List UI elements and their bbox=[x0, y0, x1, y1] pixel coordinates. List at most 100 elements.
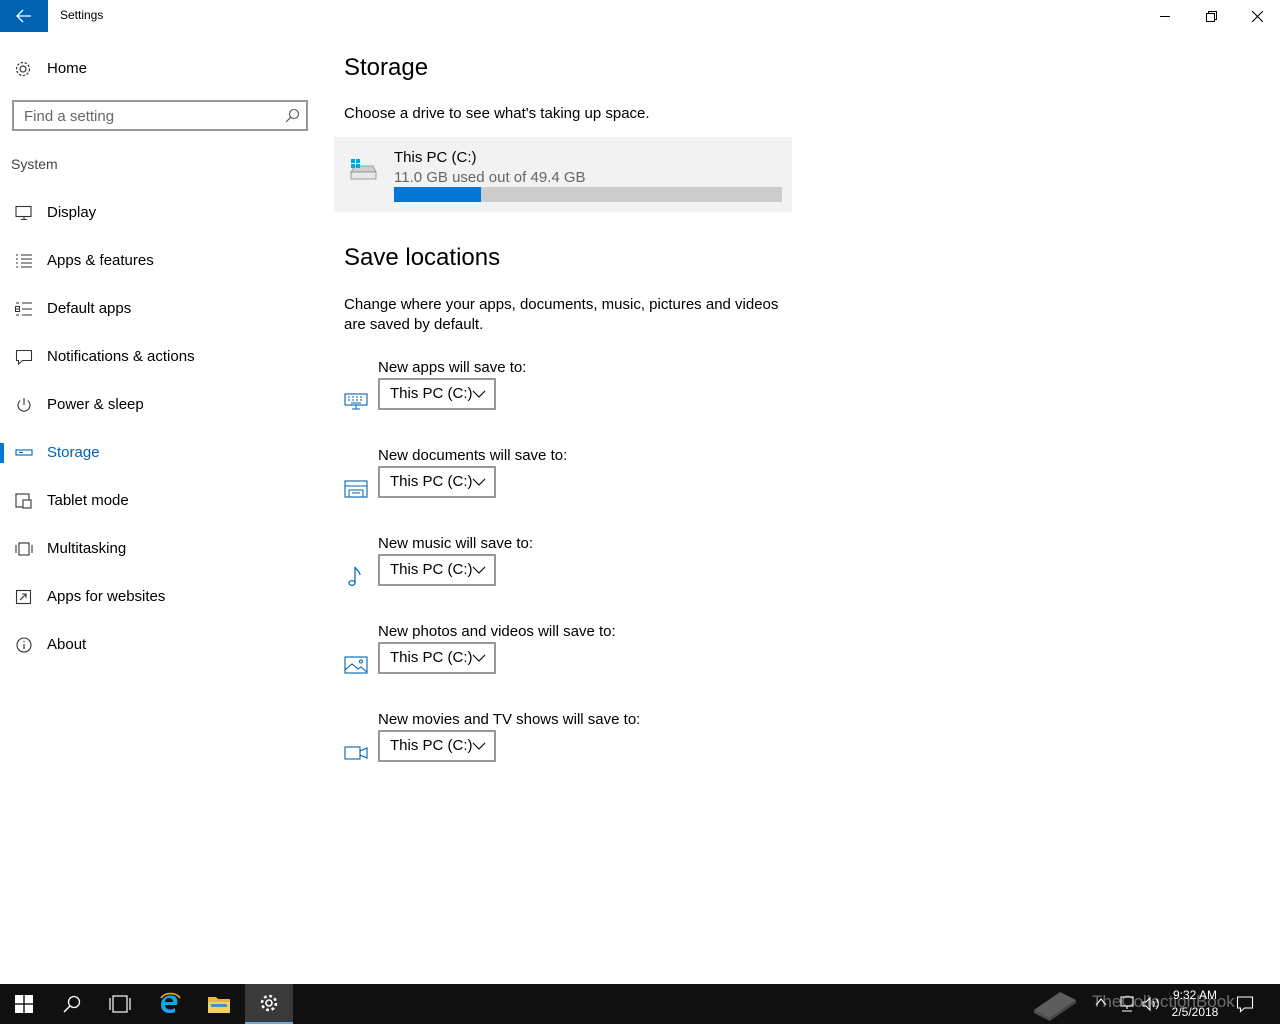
sidebar-item-storage[interactable]: Storage bbox=[0, 433, 320, 473]
sidebar-item-notifications[interactable]: Notifications & actions bbox=[0, 337, 320, 377]
task-view-icon bbox=[109, 995, 131, 1013]
task-view-button[interactable] bbox=[96, 984, 144, 1024]
save-location-label: New photos and videos will save to: bbox=[378, 623, 616, 640]
display-icon bbox=[15, 205, 32, 221]
sidebar-item-label: Apps for websites bbox=[47, 588, 166, 605]
default-apps-icon bbox=[15, 302, 32, 316]
sidebar-item-display[interactable]: Display bbox=[0, 193, 320, 233]
multitasking-icon bbox=[15, 542, 33, 556]
gear-icon bbox=[15, 61, 31, 77]
select-value: This PC (C:) bbox=[390, 737, 473, 754]
select-value: This PC (C:) bbox=[390, 649, 473, 666]
search-icon bbox=[63, 995, 81, 1013]
minimize-button[interactable] bbox=[1142, 0, 1188, 32]
save-location-select[interactable]: This PC (C:) bbox=[378, 378, 496, 410]
save-location-select[interactable]: This PC (C:) bbox=[378, 466, 496, 498]
apps-keyboard-icon bbox=[344, 393, 368, 410]
chevron-down-icon bbox=[472, 566, 486, 574]
chevron-down-icon bbox=[472, 390, 486, 398]
back-arrow-icon bbox=[16, 9, 31, 23]
sidebar-item-label: Power & sleep bbox=[47, 396, 144, 413]
save-location-label: New music will save to: bbox=[378, 535, 534, 552]
speaker-icon bbox=[1142, 996, 1159, 1012]
home-label: Home bbox=[47, 60, 88, 77]
restore-button[interactable] bbox=[1188, 0, 1234, 32]
save-location-movies: New movies and TV shows will save to: Th… bbox=[344, 711, 844, 791]
save-location-select[interactable]: This PC (C:) bbox=[378, 730, 496, 762]
save-locations-description: Change where your apps, documents, music… bbox=[344, 296, 779, 333]
settings-window: Settings Home Find a setting System Disp… bbox=[0, 0, 1280, 984]
apps-for-websites-icon bbox=[15, 589, 32, 605]
page-subtitle: Choose a drive to see what's taking up s… bbox=[344, 105, 650, 122]
tray-network[interactable] bbox=[1118, 995, 1136, 1013]
taskbar-file-explorer[interactable] bbox=[195, 984, 243, 1024]
clock-date: 2/5/2018 bbox=[1171, 1005, 1219, 1019]
sidebar-item-apps-features[interactable]: Apps & features bbox=[0, 241, 320, 281]
active-indicator bbox=[0, 443, 4, 463]
sidebar-item-label: Multitasking bbox=[47, 540, 127, 557]
window-title: Settings bbox=[60, 8, 104, 22]
notifications-icon bbox=[15, 349, 33, 365]
save-location-music: New music will save to: This PC (C:) bbox=[344, 535, 844, 615]
taskbar-settings[interactable] bbox=[245, 984, 293, 1024]
tray-clock[interactable]: 9:32 AM 2/5/2018 bbox=[1160, 987, 1230, 1021]
sidebar: Home System Display Apps & features bbox=[0, 32, 320, 984]
close-button[interactable] bbox=[1234, 0, 1280, 32]
drive-usage-bar bbox=[394, 187, 782, 202]
photos-icon bbox=[344, 656, 368, 674]
save-location-select[interactable]: This PC (C:) bbox=[378, 554, 496, 586]
sidebar-item-about[interactable]: About bbox=[0, 625, 320, 665]
sidebar-home[interactable]: Home bbox=[0, 52, 320, 86]
music-note-icon bbox=[348, 566, 361, 586]
save-locations-title: Save locations bbox=[344, 244, 501, 271]
sidebar-item-multitasking[interactable]: Multitasking bbox=[0, 529, 320, 569]
save-location-photos: New photos and videos will save to: This… bbox=[344, 623, 844, 703]
search-box[interactable] bbox=[12, 100, 308, 131]
taskbar-search-button[interactable] bbox=[48, 984, 96, 1024]
taskbar: TheCollectionBook 9:32 AM 2/5/2018 bbox=[0, 984, 1280, 1024]
select-value: This PC (C:) bbox=[390, 385, 473, 402]
chevron-up-icon bbox=[1095, 998, 1107, 1006]
select-value: This PC (C:) bbox=[390, 561, 473, 578]
back-button[interactable] bbox=[0, 0, 48, 32]
save-location-select[interactable]: This PC (C:) bbox=[378, 642, 496, 674]
sidebar-item-label: Default apps bbox=[47, 300, 132, 317]
chevron-down-icon bbox=[472, 478, 486, 486]
save-location-label: New movies and TV shows will save to: bbox=[378, 711, 641, 728]
chevron-down-icon bbox=[472, 742, 486, 750]
drive-usage: 11.0 GB used out of 49.4 GB bbox=[394, 169, 586, 186]
book-logo-icon bbox=[1034, 992, 1076, 1021]
sidebar-item-default-apps[interactable]: Default apps bbox=[0, 289, 320, 329]
save-location-documents: New documents will save to: This PC (C:) bbox=[344, 447, 844, 527]
start-button[interactable] bbox=[0, 984, 48, 1024]
title-bar: Settings bbox=[0, 0, 1280, 32]
search-input[interactable] bbox=[24, 106, 274, 126]
sidebar-item-label: Tablet mode bbox=[47, 492, 129, 509]
gear-icon bbox=[260, 994, 278, 1012]
chevron-down-icon bbox=[472, 654, 486, 662]
tray-chevron[interactable] bbox=[1094, 995, 1110, 1011]
save-location-label: New apps will save to: bbox=[378, 359, 527, 376]
storage-icon bbox=[15, 449, 33, 456]
info-icon bbox=[16, 637, 32, 653]
minimize-icon bbox=[1160, 16, 1170, 17]
action-center-button[interactable] bbox=[1236, 995, 1256, 1013]
sidebar-item-label: Storage bbox=[47, 444, 100, 461]
sidebar-item-label: Apps & features bbox=[47, 252, 154, 269]
sidebar-item-apps-for-websites[interactable]: Apps for websites bbox=[0, 577, 320, 617]
sidebar-item-label: Notifications & actions bbox=[47, 348, 195, 365]
drive-name: This PC (C:) bbox=[394, 149, 477, 166]
sidebar-item-power-sleep[interactable]: Power & sleep bbox=[0, 385, 320, 425]
search-icon[interactable] bbox=[285, 108, 300, 123]
drive-usage-fill bbox=[394, 187, 481, 202]
tablet-mode-icon bbox=[15, 493, 32, 509]
save-location-apps: New apps will save to: This PC (C:) bbox=[344, 359, 844, 439]
taskbar-edge-browser[interactable] bbox=[146, 984, 194, 1024]
tray-volume[interactable] bbox=[1142, 995, 1162, 1013]
drive-card[interactable]: This PC (C:) 11.0 GB used out of 49.4 GB bbox=[334, 137, 792, 212]
internet-explorer-icon bbox=[160, 992, 181, 1014]
windows-logo-icon bbox=[15, 995, 33, 1013]
sidebar-item-tablet-mode[interactable]: Tablet mode bbox=[0, 481, 320, 521]
action-center-icon bbox=[1236, 996, 1254, 1013]
documents-printer-icon bbox=[344, 480, 368, 498]
